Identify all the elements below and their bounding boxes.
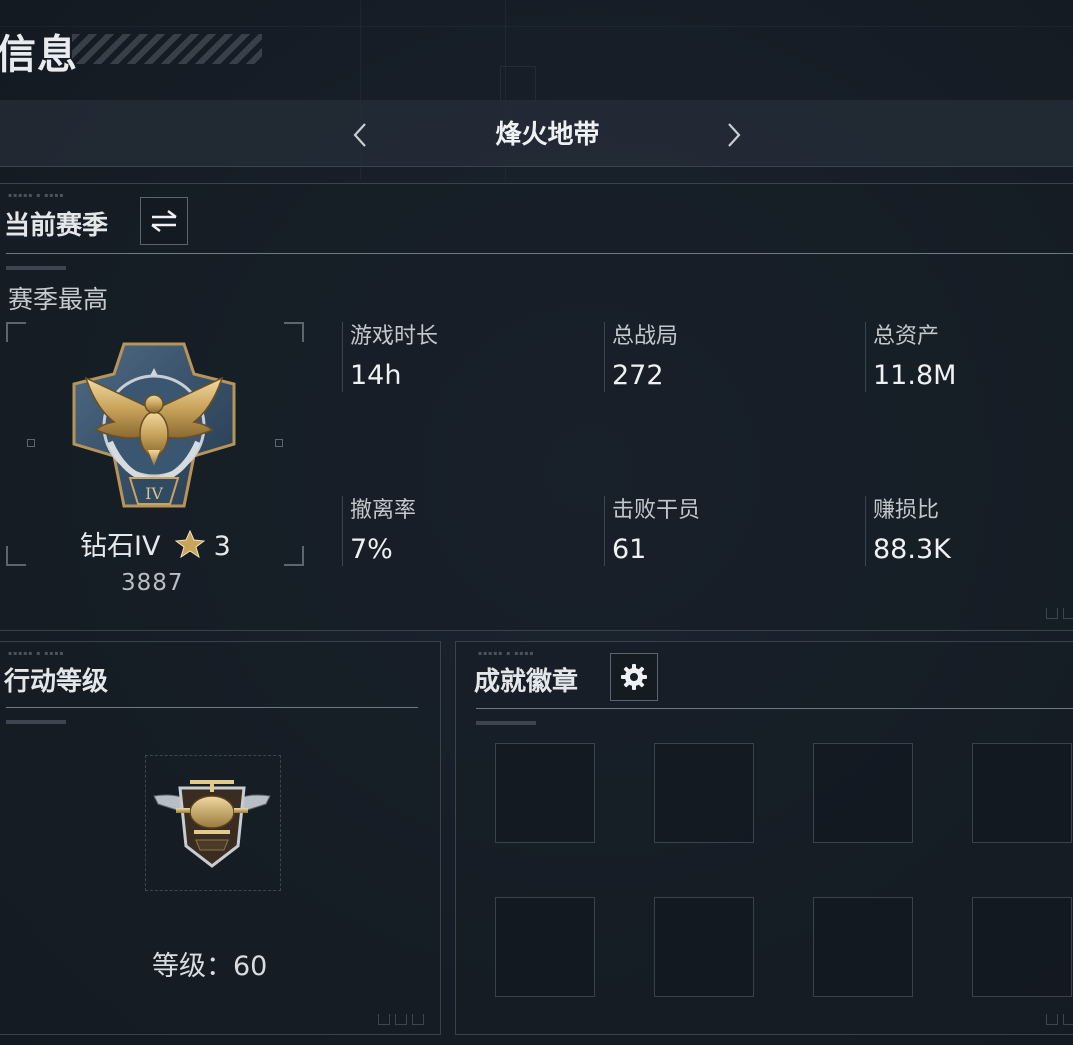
title-stripes [72, 34, 262, 64]
stat-play-time: 游戏时长 14h [342, 322, 438, 392]
badge-slot-empty[interactable] [813, 743, 913, 843]
panel-deco-bar [6, 720, 66, 724]
stat-label: 游戏时长 [350, 324, 439, 349]
stat-extraction-rate: 撤离率 7% [342, 496, 416, 566]
mode-title: 烽火地带 [495, 120, 600, 150]
level-line: 等级：60 [152, 944, 267, 983]
stat-value: 61 [612, 534, 647, 565]
frame-corner [6, 546, 26, 566]
stat-value: 88.3K [873, 534, 951, 565]
stat-label: 撤离率 [350, 498, 417, 523]
season-best-label: 赛季最高 [8, 285, 109, 314]
action-level-rule [6, 707, 418, 708]
frame-corner [6, 322, 26, 342]
season-title-rule [6, 253, 1073, 254]
stat-total-matches: 总战局 272 [604, 322, 678, 392]
star-icon [174, 529, 206, 559]
panel-deco-bar [476, 721, 536, 725]
badge-slot-empty[interactable] [813, 897, 913, 997]
frame-corner [284, 322, 304, 342]
stat-value: 11.8M [873, 360, 957, 391]
stat-label: 击败干员 [612, 498, 701, 523]
achievements-title: 成就徽章 [474, 667, 579, 697]
rank-stars: 3 [213, 531, 231, 562]
badge-slot-empty[interactable] [654, 897, 754, 997]
rank-name: 钻石IV [80, 531, 161, 562]
stat-value: 7% [350, 534, 393, 565]
frame-marker [275, 439, 283, 447]
stat-label: 总资产 [873, 324, 940, 349]
badge-slot-empty[interactable] [972, 897, 1072, 997]
gear-icon [621, 664, 647, 690]
next-mode-button[interactable] [719, 118, 749, 152]
bg-grid-line [0, 26, 1073, 27]
badge-slot-empty[interactable] [495, 897, 595, 997]
panel-deco-text: ▪▪▪▪▪ ▪ ▪▪▪▪ [478, 650, 535, 657]
swap-icon [151, 210, 177, 232]
stat-value: 14h [350, 360, 402, 391]
level-label: 等级： [152, 951, 233, 982]
frame-corner [284, 546, 304, 566]
panel-deco-squares [1046, 608, 1073, 619]
stat-total-assets: 总资产 11.8M [865, 322, 956, 392]
badge-slot-empty[interactable] [495, 743, 595, 843]
frame-marker [27, 439, 35, 447]
rank-score: 3887 [121, 570, 184, 596]
stat-operators-defeated: 击败干员 61 [604, 496, 700, 566]
achievement-settings-button[interactable] [610, 653, 658, 701]
panel-deco-squares [1046, 1014, 1073, 1025]
rank-name-line: 钻石IV 3 [80, 524, 231, 563]
stat-profit-loss-ratio: 赚损比 88.3K [865, 496, 951, 566]
profile-screen: 信息 烽火地带 ▪▪▪▪▪ ▪ ▪▪▪▪ 当前赛季 赛季最高 IV 钻石IV 3… [0, 0, 1073, 1045]
action-level-title: 行动等级 [4, 667, 109, 697]
stat-label: 赚损比 [873, 498, 940, 523]
svg-text:IV: IV [145, 484, 163, 503]
panel-deco-bar [6, 266, 66, 270]
chevron-right-icon [728, 123, 741, 147]
helicopter-badge-icon [153, 780, 271, 868]
page-title: 信息 [0, 32, 78, 78]
season-title: 当前赛季 [4, 211, 109, 241]
stat-label: 总战局 [612, 324, 679, 349]
panel-deco-text: ▪▪▪▪▪ ▪ ▪▪▪▪ [8, 650, 65, 657]
stat-value: 272 [612, 360, 664, 391]
badge-slot-empty[interactable] [972, 743, 1072, 843]
panel-deco-squares [378, 1014, 424, 1025]
badge-slot-empty[interactable] [654, 743, 754, 843]
achievements-rule [476, 708, 1073, 709]
panel-deco-text: ▪▪▪▪▪ ▪ ▪▪▪▪ [8, 192, 65, 199]
switch-season-button[interactable] [140, 197, 188, 245]
level-value: 60 [233, 951, 268, 982]
bg-grid-box [500, 66, 536, 102]
rank-emblem-icon: IV [72, 342, 236, 508]
